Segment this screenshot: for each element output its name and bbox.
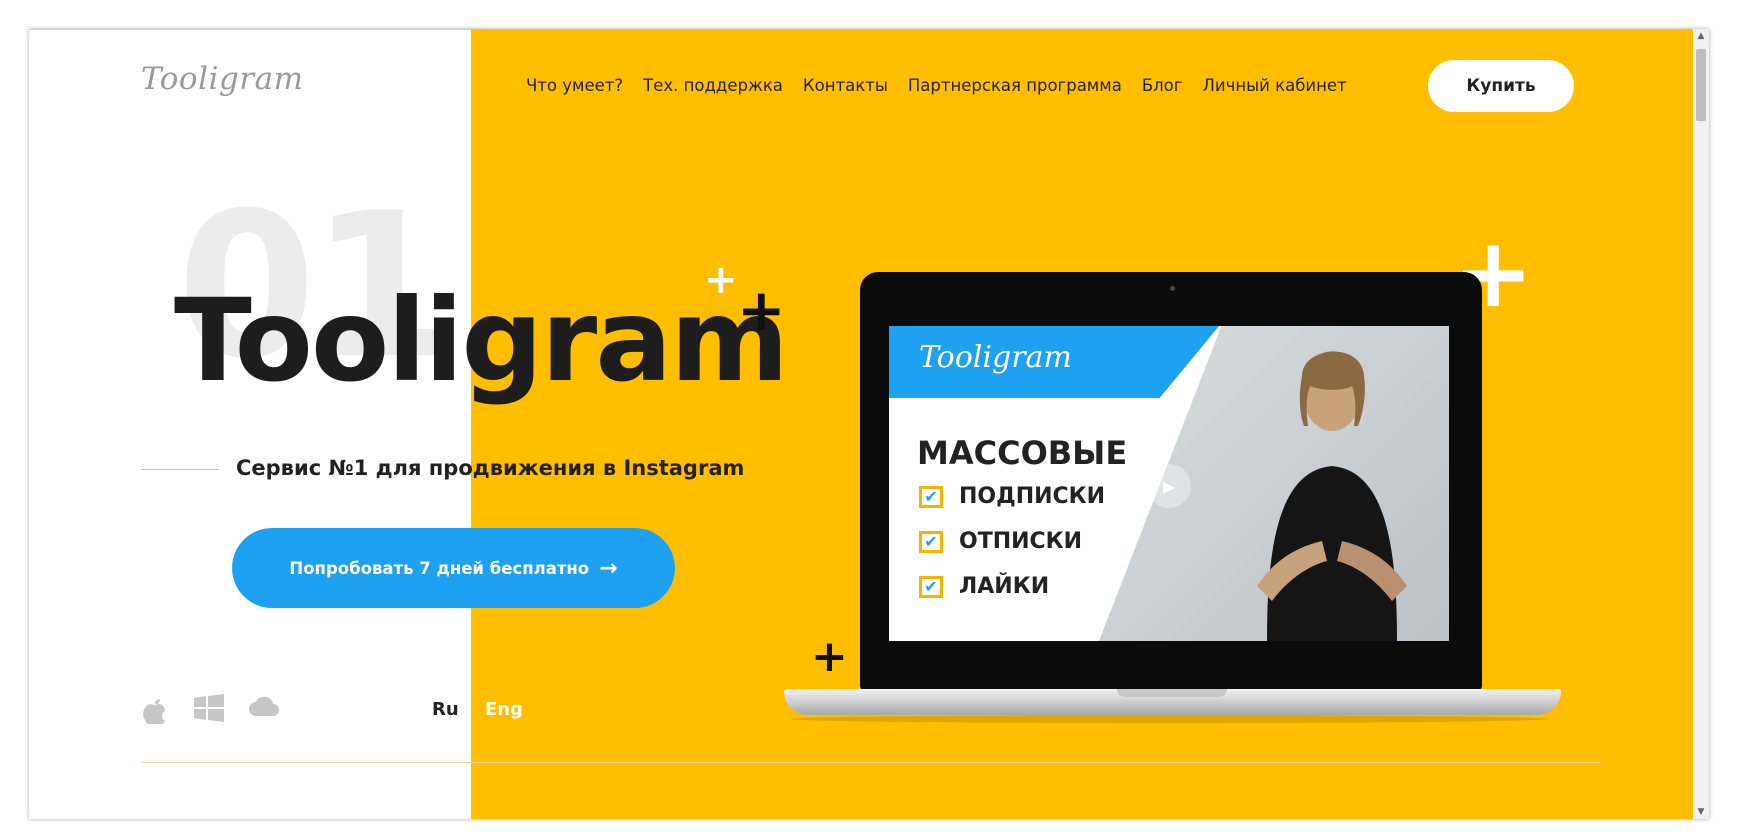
free-trial-label: Попробовать 7 дней бесплатно bbox=[289, 558, 590, 578]
free-trial-button[interactable]: Попробовать 7 дней бесплатно → bbox=[232, 528, 675, 608]
lang-ru[interactable]: Ru bbox=[432, 699, 459, 720]
apple-icon[interactable] bbox=[142, 694, 168, 731]
vertical-scrollbar[interactable]: ▲ ▼ bbox=[1693, 29, 1709, 819]
video-item: ✔ ПОДПИСКИ bbox=[919, 484, 1105, 509]
video-item: ✔ ОТПИСКИ bbox=[919, 529, 1082, 554]
arrow-right-icon: → bbox=[599, 555, 618, 581]
buy-button[interactable]: Купить bbox=[1428, 60, 1574, 112]
nav-item-support[interactable]: Тех. поддержка bbox=[643, 76, 783, 95]
plus-icon: + bbox=[737, 276, 786, 344]
cloud-icon[interactable] bbox=[248, 694, 280, 725]
nav-item-account[interactable]: Личный кабинет bbox=[1202, 76, 1346, 95]
nav-item-features[interactable]: Что умеет? bbox=[526, 76, 623, 95]
site-logo[interactable]: Tooligram bbox=[141, 61, 303, 97]
video-item-label: ЛАЙКИ bbox=[959, 574, 1050, 599]
plus-icon: + bbox=[704, 257, 738, 303]
scroll-up-icon[interactable]: ▲ bbox=[1693, 31, 1709, 41]
webcam-icon bbox=[1170, 286, 1175, 291]
checkbox-icon: ✔ bbox=[919, 575, 943, 598]
video-heading: МАССОВЫЕ bbox=[917, 434, 1128, 472]
hero-title: Tooligram bbox=[174, 274, 789, 407]
section-divider bbox=[141, 762, 1601, 763]
laptop-shadow bbox=[789, 715, 1549, 723]
video-preview[interactable]: Tooligram МАССОВЫЕ ✔ ПОДПИСКИ ✔ ОТПИСКИ … bbox=[889, 326, 1449, 641]
play-icon[interactable]: ▶ bbox=[1147, 464, 1191, 508]
video-item-label: ОТПИСКИ bbox=[959, 529, 1083, 554]
tagline-rule bbox=[141, 469, 219, 470]
nav-item-contacts[interactable]: Контакты bbox=[803, 76, 888, 95]
laptop-notch bbox=[1117, 689, 1227, 697]
video-item-label: ПОДПИСКИ bbox=[959, 484, 1106, 509]
windows-icon[interactable] bbox=[194, 694, 224, 729]
checkbox-icon: ✔ bbox=[919, 530, 943, 553]
scrollbar-thumb[interactable] bbox=[1696, 49, 1706, 121]
video-item: ✔ ЛАЙКИ bbox=[919, 574, 1049, 599]
browser-viewport: Tooligram Что умеет? Тех. поддержка Конт… bbox=[29, 29, 1709, 819]
presenter-icon bbox=[1257, 351, 1407, 641]
nav-item-blog[interactable]: Блог bbox=[1142, 76, 1183, 95]
checkbox-icon: ✔ bbox=[919, 485, 943, 508]
video-logo: Tooligram bbox=[919, 340, 1072, 375]
main-nav: Что умеет? Тех. поддержка Контакты Партн… bbox=[526, 76, 1347, 95]
hero-tagline: Сервис №1 для продвижения в Instagram bbox=[236, 456, 745, 480]
lang-eng[interactable]: Eng bbox=[485, 699, 523, 720]
plus-icon: + bbox=[811, 631, 848, 682]
scroll-down-icon[interactable]: ▼ bbox=[1693, 807, 1709, 817]
nav-item-partner-program[interactable]: Партнерская программа bbox=[908, 76, 1122, 95]
